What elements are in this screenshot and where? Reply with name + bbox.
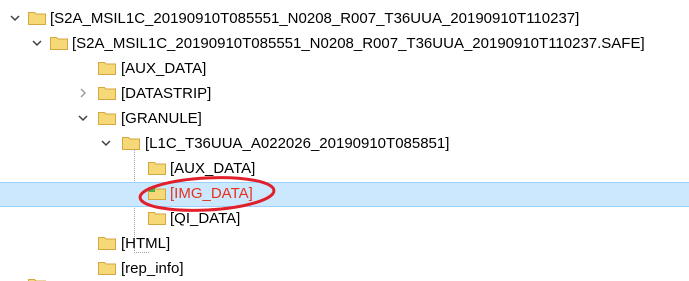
tree-item-label: [QI_DATA] bbox=[170, 210, 241, 227]
folder-icon bbox=[98, 237, 116, 250]
tree-item-label: [HTML] bbox=[121, 235, 171, 252]
tree-row[interactable]: [S2A_MSIL1C_20190910T085551_N0208_R007_T… bbox=[0, 7, 689, 32]
folder-icon bbox=[98, 87, 116, 100]
folder-icon bbox=[148, 212, 166, 225]
tree-row[interactable]: [DATASTRIP] bbox=[0, 82, 689, 107]
tree-row[interactable]: [AUX_DATA] bbox=[0, 157, 689, 182]
folder-icon bbox=[98, 112, 116, 125]
folder-icon bbox=[122, 137, 140, 150]
image-folder-icon bbox=[148, 187, 166, 200]
chevron-down-icon[interactable] bbox=[77, 112, 89, 124]
tree-item-label: [DATASTRIP] bbox=[121, 85, 212, 102]
folder-icon bbox=[98, 62, 116, 75]
tree-row[interactable]: [rep_info] bbox=[0, 257, 689, 281]
tree-item-label: [rep_info] bbox=[121, 260, 184, 277]
tree-item-label: [L1C_T36UUA_A022026_20190910T085851] bbox=[145, 135, 450, 152]
tree-item-label: [S2A_MSIL1C_20190910T085551_N0208_R007_T… bbox=[72, 35, 645, 52]
tree-row[interactable]: [HTML] bbox=[0, 232, 689, 257]
folder-icon bbox=[50, 37, 68, 50]
chevron-right-icon[interactable] bbox=[77, 87, 89, 99]
folder-tree: [S2A_MSIL1C_20190910T085551_N0208_R007_T… bbox=[0, 0, 689, 281]
tree-row[interactable]: [S2A_MSIL1C_20190910T085551_N0208_R007_T… bbox=[0, 32, 689, 57]
tree-item-label: [S2A_MSIL1C_20190910T085551_N0208_R007_T… bbox=[50, 10, 580, 27]
tree-item-label: [AUX_DATA] bbox=[170, 160, 256, 177]
tree-item-label: [AUX_DATA] bbox=[121, 60, 207, 77]
chevron-down-icon[interactable] bbox=[100, 137, 112, 149]
tree-item-label: [IMG_DATA] bbox=[170, 185, 253, 202]
folder-icon bbox=[148, 162, 166, 175]
tree-row[interactable]: [QI_DATA] bbox=[0, 207, 689, 232]
tree-item-label: [GRANULE] bbox=[121, 110, 202, 127]
chevron-down-icon[interactable] bbox=[9, 12, 21, 24]
tree-row-selected[interactable]: [IMG_DATA] bbox=[0, 182, 689, 207]
tree-row[interactable]: [GRANULE] bbox=[0, 107, 689, 132]
folder-icon bbox=[28, 12, 46, 25]
folder-icon bbox=[98, 262, 116, 275]
tree-row[interactable]: [L1C_T36UUA_A022026_20190910T085851] bbox=[0, 132, 689, 157]
chevron-down-icon[interactable] bbox=[31, 37, 43, 49]
tree-row[interactable]: [AUX_DATA] bbox=[0, 57, 689, 82]
